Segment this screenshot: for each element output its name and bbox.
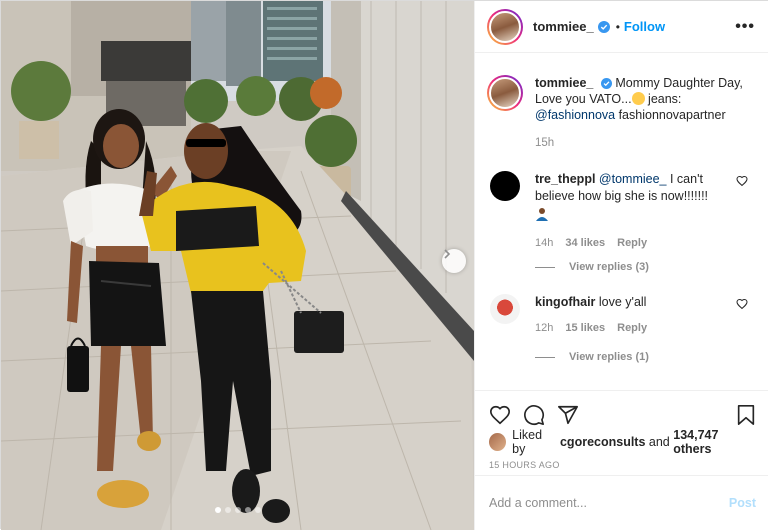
replies-divider bbox=[535, 356, 555, 358]
carousel-dot bbox=[234, 507, 241, 513]
post-photo[interactable] bbox=[1, 1, 474, 530]
caption-avatar[interactable] bbox=[487, 75, 523, 111]
comments-section: tommiee_ Mommy Daughter Day, Love you VA… bbox=[475, 61, 768, 386]
verified-badge-icon bbox=[600, 78, 612, 90]
liked-by-row: Liked by cgoreconsults and 134,747 other… bbox=[475, 428, 768, 456]
photo-scene bbox=[1, 1, 474, 530]
commenter-avatar[interactable] bbox=[490, 171, 520, 201]
comment-mention-link[interactable]: @tommiee_ bbox=[599, 172, 667, 186]
author-username[interactable]: tommiee_ bbox=[533, 19, 594, 34]
comment-likes-count[interactable]: 34 likes bbox=[565, 235, 605, 252]
winking-face-emoji-icon bbox=[631, 92, 645, 105]
comment-heart-icon[interactable] bbox=[736, 298, 748, 310]
comment-input[interactable] bbox=[489, 496, 729, 510]
liker-avatar[interactable] bbox=[489, 433, 507, 451]
replies-divider bbox=[535, 266, 555, 268]
post-header: tommiee_ • Follow ••• bbox=[475, 1, 768, 53]
liked-by-middle: and bbox=[648, 435, 670, 449]
chevron-right-icon bbox=[444, 249, 451, 259]
post-comment-button[interactable]: Post bbox=[729, 496, 756, 510]
comment-item: tre_theppl @tommiee_ I can't believe how… bbox=[475, 171, 768, 252]
view-replies-button[interactable]: View replies (1) bbox=[535, 351, 649, 363]
author-avatar[interactable] bbox=[487, 8, 523, 45]
comment-reply-button[interactable]: Reply bbox=[617, 235, 647, 252]
liked-by-prefix: Liked by bbox=[512, 428, 543, 456]
add-comment-bar: Post bbox=[475, 475, 768, 530]
comment-text: love y'all bbox=[598, 295, 647, 309]
comment-meta: 14h 34 likes Reply bbox=[535, 235, 740, 252]
view-replies-label: View replies (1) bbox=[569, 351, 649, 363]
post-actions: Liked by cgoreconsults and 134,747 other… bbox=[475, 390, 768, 530]
follow-button[interactable]: Follow bbox=[624, 19, 665, 34]
commenter-avatar[interactable] bbox=[490, 294, 520, 324]
comment-item: kingofhair love y'all 12h 15 likes Reply bbox=[475, 294, 768, 337]
person-emoji-icon bbox=[536, 208, 548, 221]
header-separator: • bbox=[615, 19, 620, 34]
more-options-icon[interactable]: ••• bbox=[735, 18, 755, 36]
carousel-dot bbox=[224, 507, 231, 513]
comment-body: kingofhair love y'all 12h 15 likes Reply bbox=[535, 294, 740, 337]
share-icon[interactable] bbox=[557, 404, 579, 426]
caption-username[interactable]: tommiee_ bbox=[535, 76, 593, 90]
liked-by-user[interactable]: cgoreconsults bbox=[560, 435, 645, 449]
view-replies-label: View replies (3) bbox=[569, 261, 649, 273]
action-icons-row bbox=[475, 391, 768, 431]
carousel-indicator bbox=[1, 507, 474, 513]
caption-text-2: jeans: bbox=[644, 92, 682, 106]
caption-body: tommiee_ Mommy Daughter Day, Love you VA… bbox=[535, 75, 756, 151]
verified-badge-icon bbox=[597, 20, 610, 33]
next-photo-button[interactable] bbox=[442, 249, 466, 273]
comment-likes-count[interactable]: 15 likes bbox=[565, 320, 605, 337]
view-replies-button[interactable]: View replies (3) bbox=[535, 261, 649, 273]
post-side-panel: tommiee_ • Follow ••• tommiee_ Mommy Dau… bbox=[474, 1, 768, 530]
caption-timestamp[interactable]: 15h bbox=[535, 135, 756, 151]
heart-icon[interactable] bbox=[489, 404, 511, 426]
carousel-dot bbox=[254, 507, 261, 513]
comment-reply-button[interactable]: Reply bbox=[617, 320, 647, 337]
caption-mention-link[interactable]: @fashionnova bbox=[535, 108, 615, 122]
commenter-username[interactable]: tre_theppl bbox=[535, 172, 595, 186]
instagram-post: tommiee_ • Follow ••• tommiee_ Mommy Dau… bbox=[0, 0, 768, 530]
bookmark-icon[interactable] bbox=[736, 404, 756, 426]
caption: tommiee_ Mommy Daughter Day, Love you VA… bbox=[475, 61, 768, 151]
carousel-dot bbox=[214, 507, 221, 513]
caption-hashtag-text: fashionnovapartner bbox=[615, 108, 726, 122]
comment-timestamp[interactable]: 12h bbox=[535, 320, 553, 337]
comment-meta: 12h 15 likes Reply bbox=[535, 320, 740, 337]
comment-icon[interactable] bbox=[523, 404, 545, 426]
comment-body: tre_theppl @tommiee_ I can't believe how… bbox=[535, 171, 740, 252]
commenter-username[interactable]: kingofhair bbox=[535, 295, 595, 309]
carousel-dot bbox=[244, 507, 251, 513]
liked-by-others[interactable]: 134,747 others bbox=[673, 428, 756, 456]
post-timestamp[interactable]: 15 HOURS AGO bbox=[475, 457, 768, 473]
comment-heart-icon[interactable] bbox=[736, 175, 748, 187]
comment-timestamp[interactable]: 14h bbox=[535, 235, 553, 252]
